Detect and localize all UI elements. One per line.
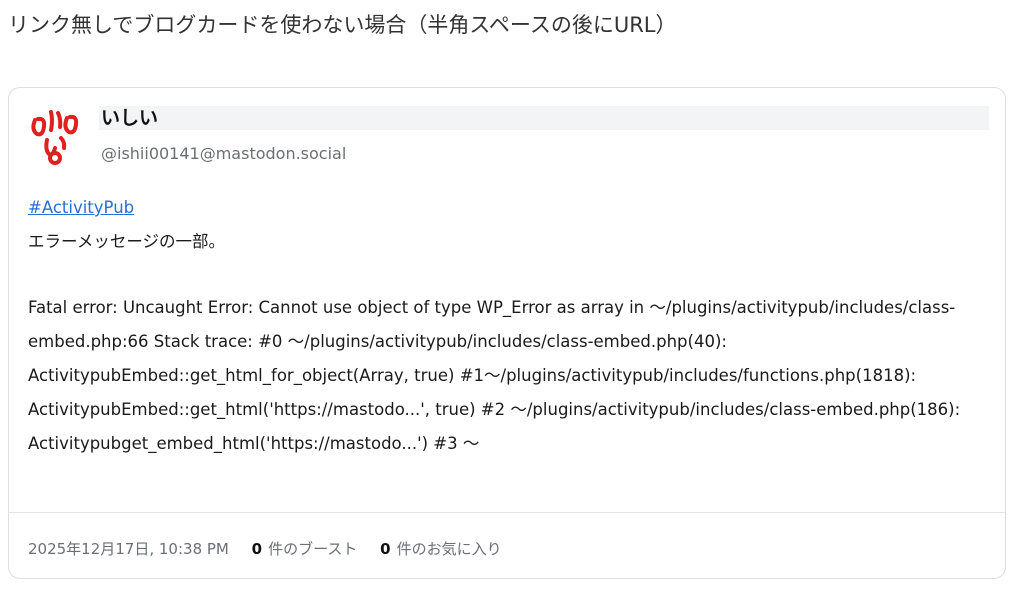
author-display-name[interactable]: いしい (101, 106, 158, 130)
error-line: Fatal error: Uncaught Error: Cannot use … (28, 298, 956, 317)
hashtag-link[interactable]: #ActivityPub (28, 196, 988, 220)
avatar[interactable] (27, 106, 87, 166)
error-message: Fatal error: Uncaught Error: Cannot use … (28, 291, 988, 461)
post-footer: 2025年12月17日, 10:38 PM 0 件のブースト 0 件のお気に入り (28, 538, 502, 560)
error-line: ActivitypubEmbed::get_html_for_object(Ar… (28, 366, 917, 385)
error-line: Activitypubget_embed_html('https://masto… (28, 434, 480, 453)
post-content: #ActivityPub エラーメッセージの一部。 Fatal error: U… (28, 196, 988, 461)
footer-divider (9, 512, 1005, 513)
favourites-count: 0 (380, 540, 391, 558)
page-title: リンク無しでブログカードを使わない場合（半角スペースの後にURL） (8, 13, 677, 37)
display-name-background (99, 106, 989, 130)
error-line: ActivitypubEmbed::get_html('https://mast… (28, 400, 961, 419)
post-timestamp[interactable]: 2025年12月17日, 10:38 PM (28, 540, 229, 558)
author-handle[interactable]: @ishii00141@mastodon.social (101, 143, 346, 165)
error-line: embed.php:66 Stack trace: #0 〜/plugins/a… (28, 332, 727, 351)
boosts-count: 0 (251, 540, 263, 558)
favourites-label: 件のお気に入り (396, 540, 502, 558)
post-embed-card: いしい @ishii00141@mastodon.social #Activit… (8, 87, 1006, 579)
boosts-label: 件のブースト (268, 540, 358, 558)
post-intro-text: エラーメッセージの一部。 (28, 232, 226, 251)
